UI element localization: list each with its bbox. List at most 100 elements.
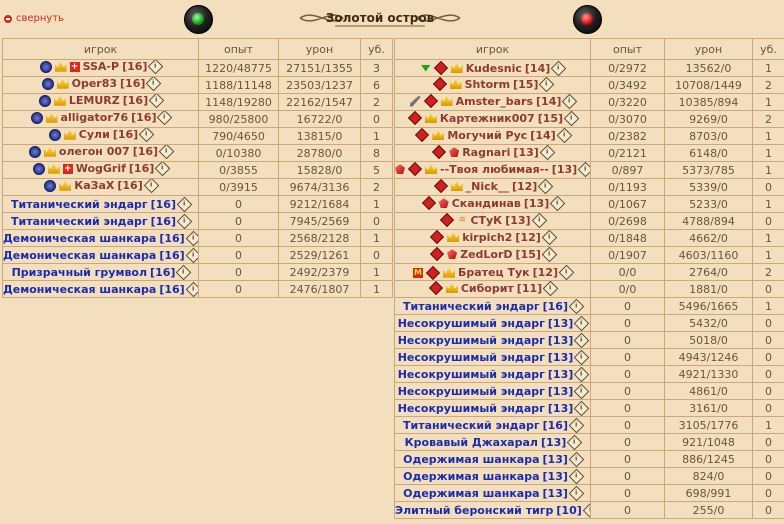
player-name-link[interactable]: Могучий Рус <box>447 129 527 142</box>
info-icon[interactable]: i <box>148 94 165 109</box>
info-icon[interactable]: i <box>568 485 585 501</box>
info-icon[interactable]: i <box>541 247 558 263</box>
player-name-link[interactable]: Картежник007 <box>440 112 535 125</box>
player-name-link[interactable]: КаЗаХ <box>74 180 114 193</box>
info-icon[interactable]: i <box>573 400 590 416</box>
info-icon[interactable]: i <box>573 349 590 365</box>
monster-name-link[interactable]: Титанический эндарг <box>403 300 540 313</box>
kills-cell: 0 <box>752 399 784 417</box>
info-icon[interactable]: i <box>155 162 171 177</box>
player-level: [15] <box>537 111 564 125</box>
info-icon[interactable]: i <box>573 315 590 331</box>
player-entry: Титанический эндарг [16] i <box>403 417 585 433</box>
player-name-link[interactable]: Скандинав <box>452 197 521 210</box>
monster-name-link[interactable]: Титанический эндарг <box>403 419 540 432</box>
info-icon[interactable]: i <box>143 179 160 194</box>
exp-cell: 0 <box>590 484 665 502</box>
player-name-link[interactable]: --Твоя любимая-- <box>440 163 549 176</box>
monster-name-link[interactable]: Титанический эндарг <box>11 215 148 228</box>
info-icon[interactable]: i <box>185 281 198 297</box>
clan-crown-icon <box>59 180 72 191</box>
info-icon[interactable]: i <box>567 434 583 450</box>
info-icon[interactable]: i <box>541 230 558 246</box>
info-icon[interactable]: i <box>577 162 590 178</box>
info-icon[interactable]: i <box>568 417 585 433</box>
player-row: Ragnari [13] i 0/2121 6148/0 1 <box>394 144 784 162</box>
player-name-link[interactable]: Oper83 <box>72 78 117 91</box>
monster-name-link[interactable]: Одержимая шанкара <box>403 453 539 466</box>
player-name-link[interactable]: Братец Тук <box>458 266 530 279</box>
player-row: Shtorm [15] i 0/3492 10708/1449 2 <box>394 76 784 94</box>
clan-crown-icon <box>53 95 66 106</box>
player-name-link[interactable]: Сули <box>79 129 110 142</box>
player-entry: Элитный беронский тигр [10] i <box>396 502 590 518</box>
info-icon[interactable]: i <box>138 128 155 143</box>
monster-name-link[interactable]: Демоническая шанкара <box>4 283 157 296</box>
info-icon[interactable]: i <box>539 145 556 161</box>
player-name-link[interactable]: Amster_bars <box>456 95 533 108</box>
player-cell: + WogGrif [16] i <box>2 161 199 179</box>
info-icon[interactable]: i <box>146 77 162 92</box>
info-icon[interactable]: i <box>573 383 590 399</box>
player-name-link[interactable]: Сиборит <box>461 282 514 295</box>
player-name-link[interactable]: ZedLorD <box>460 248 512 261</box>
player-name-link[interactable]: Shtorm <box>465 78 510 91</box>
info-icon[interactable]: i <box>157 111 173 126</box>
info-icon[interactable]: i <box>556 128 572 144</box>
player-name-link[interactable]: олегон 007 <box>59 146 130 159</box>
info-icon[interactable]: i <box>550 60 567 76</box>
player-row: Демоническая шанкара [16] i 0 2476/1807 1 <box>2 280 393 298</box>
exp-cell: 1188/11148 <box>198 76 279 94</box>
player-row: + SSA-P [16] i 1220/48775 27151/1355 3 <box>2 59 393 77</box>
info-icon[interactable]: i <box>185 247 198 263</box>
info-icon[interactable]: i <box>568 451 585 467</box>
player-name-link[interactable]: WogGrif <box>76 163 126 176</box>
info-icon[interactable]: i <box>176 264 192 280</box>
monster-name-link[interactable]: Несокрушимый эндарг <box>398 317 545 330</box>
monster-name-link[interactable]: Элитный беронский тигр <box>396 504 554 517</box>
player-name-link[interactable]: _Nick__ <box>466 180 509 193</box>
monster-name-link[interactable]: Титанический эндарг <box>11 198 148 211</box>
monster-name-link[interactable]: Одержимая шанкара <box>403 487 539 500</box>
info-icon[interactable]: i <box>176 213 193 229</box>
player-name-link[interactable]: СТуК <box>470 214 502 227</box>
player-name-link[interactable]: Kudesnic <box>466 62 522 75</box>
info-icon[interactable]: i <box>573 366 590 382</box>
player-level: [16] <box>542 418 568 432</box>
monster-name-link[interactable]: Призрачный грумвол <box>12 266 147 279</box>
monster-name-link[interactable]: Демоническая шанкара <box>4 232 157 245</box>
info-icon[interactable]: i <box>568 298 585 314</box>
info-icon[interactable]: i <box>562 94 578 109</box>
monster-name-link[interactable]: Несокрушимый эндарг <box>398 402 545 415</box>
player-name-link[interactable]: kirpich2 <box>462 231 512 244</box>
alignment-diamond-icon <box>433 179 448 194</box>
monster-name-link[interactable]: Несокрушимый эндарг <box>398 351 545 364</box>
monster-name-link[interactable]: Несокрушимый эндарг <box>398 368 545 381</box>
collapse-button[interactable]: свернуть <box>4 13 64 24</box>
info-icon[interactable]: i <box>568 468 585 484</box>
player-name-link[interactable]: alligator76 <box>61 112 129 125</box>
info-icon[interactable]: i <box>158 145 175 160</box>
info-icon[interactable]: i <box>539 77 555 93</box>
monster-name-link[interactable]: Демоническая шанкара <box>4 249 157 262</box>
info-icon[interactable]: i <box>148 60 164 75</box>
info-icon[interactable]: i <box>542 281 559 297</box>
info-icon[interactable]: i <box>582 502 590 518</box>
info-icon[interactable]: i <box>573 332 590 348</box>
info-icon[interactable]: i <box>185 230 198 246</box>
damage-cell: 7945/2569 <box>278 212 361 230</box>
player-name-link[interactable]: SSA-P <box>83 61 120 74</box>
monster-name-link[interactable]: Несокрушимый эндарг <box>398 334 545 347</box>
info-icon[interactable]: i <box>176 196 193 212</box>
monster-name-link[interactable]: Кровавый Джахарал <box>405 436 538 449</box>
player-cell: Титанический эндарг [16] i <box>2 212 199 230</box>
player-name-link[interactable]: Ragnari <box>462 146 510 159</box>
info-icon[interactable]: i <box>538 179 554 195</box>
monster-name-link[interactable]: Несокрушимый эндарг <box>398 385 545 398</box>
info-icon[interactable]: i <box>549 196 566 212</box>
info-icon[interactable]: i <box>558 264 575 280</box>
info-icon[interactable]: i <box>563 111 580 127</box>
info-icon[interactable]: i <box>531 213 547 229</box>
monster-name-link[interactable]: Одержимая шанкара <box>403 470 539 483</box>
player-name-link[interactable]: LEMURZ <box>69 95 120 108</box>
